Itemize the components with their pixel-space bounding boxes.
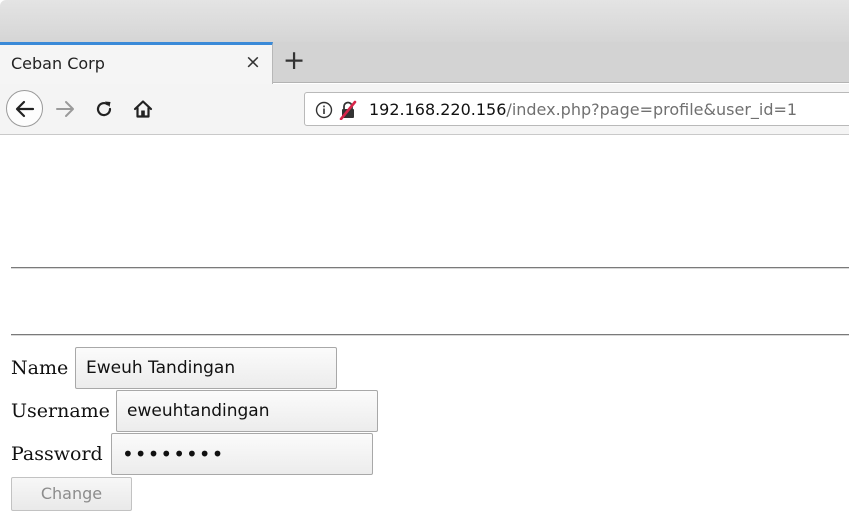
navigation-bar: 192.168.220.156/index.php?page=profile&u… [0,84,849,135]
reload-icon [96,101,112,117]
url-path: /index.php?page=profile&user_id=1 [506,100,798,119]
name-field[interactable]: Eweuh Tandingan [75,347,337,389]
tab-title: Ceban Corp [11,54,105,73]
insecure-lock-icon[interactable] [339,100,357,120]
url-bar[interactable]: 192.168.220.156/index.php?page=profile&u… [304,92,849,126]
tab-strip: Ceban Corp × + [0,42,849,84]
title-bar [0,0,849,42]
new-tab-button[interactable]: + [278,44,310,80]
arrow-left-icon [15,100,34,117]
username-field[interactable]: eweuhtandingan [116,390,378,432]
username-label: Username [11,400,110,422]
password-label: Password [11,443,103,465]
tab-close-icon[interactable]: × [242,50,264,74]
tab-active[interactable]: Ceban Corp × [0,42,273,84]
page-content: Name Eweuh Tandingan Username eweuhtandi… [0,136,849,516]
divider [11,334,849,336]
divider [11,267,849,269]
change-button[interactable]: Change [11,477,132,511]
home-button[interactable] [128,94,158,124]
url-host: 192.168.220.156 [369,100,507,119]
arrow-right-icon [56,101,74,117]
password-field[interactable]: •••••••• [111,433,373,475]
name-label: Name [11,357,69,379]
forward-button[interactable] [51,95,79,123]
browser-window: Ceban Corp × + 192.168.220.156/index.php… [0,0,849,516]
home-icon [133,100,153,118]
reload-button[interactable] [90,95,118,123]
back-button[interactable] [6,90,43,127]
url-text: 192.168.220.156/index.php?page=profile&u… [369,100,797,119]
info-icon[interactable] [315,101,333,119]
